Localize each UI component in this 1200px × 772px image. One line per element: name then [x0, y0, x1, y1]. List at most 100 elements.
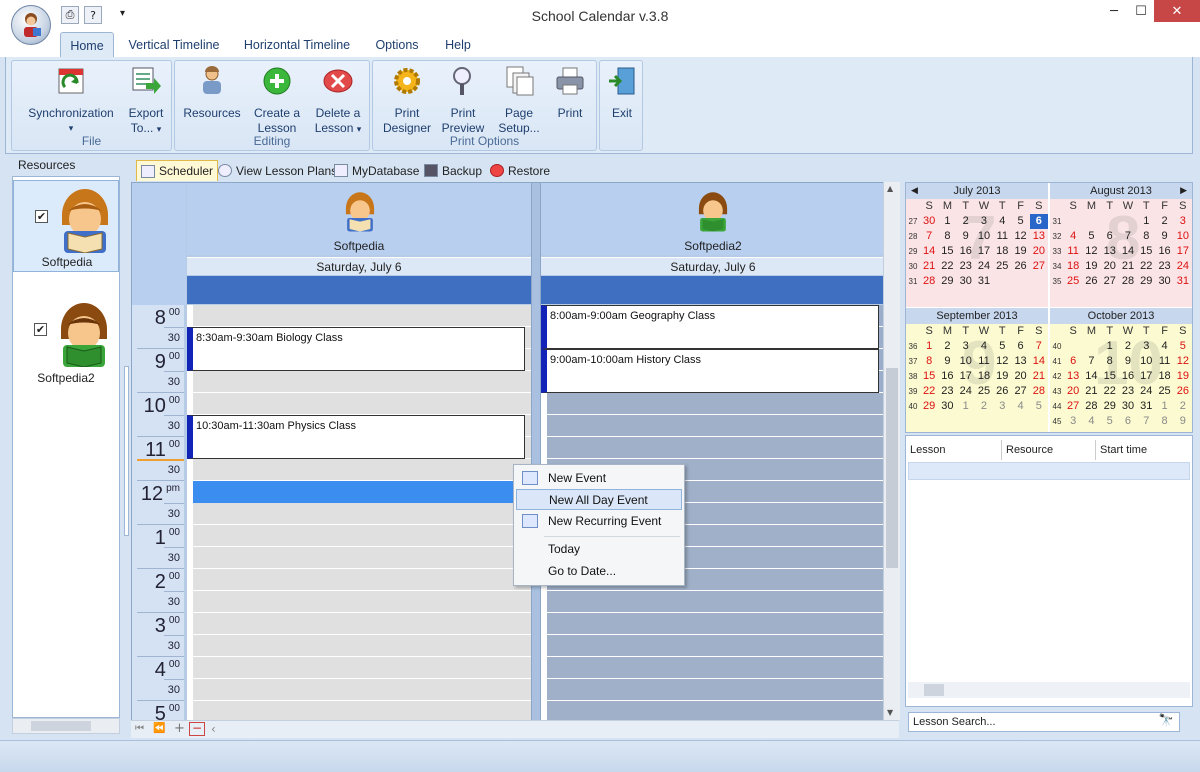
calendar-day[interactable]: 12: [1011, 229, 1029, 244]
event-biology[interactable]: 8:30am-9:30am Biology Class: [187, 327, 525, 371]
time-slot[interactable]: [187, 305, 531, 327]
calendar-day[interactable]: 26: [1011, 259, 1029, 274]
calendar-day[interactable]: 7: [1119, 229, 1137, 244]
calendar-day[interactable]: 29: [1101, 399, 1119, 414]
calendar-day[interactable]: 12: [993, 354, 1011, 369]
calendar-day[interactable]: 8: [1137, 229, 1155, 244]
calendar-day[interactable]: 19: [1011, 244, 1029, 259]
quick-print-icon[interactable]: ⎙: [61, 6, 79, 24]
calendar-day[interactable]: 20: [1064, 384, 1082, 399]
menu-go-to-date[interactable]: Go to Date...: [516, 561, 682, 582]
time-slot[interactable]: [187, 591, 531, 613]
calendar-day[interactable]: 5: [993, 339, 1011, 354]
scroll-down-icon[interactable]: ▼: [887, 708, 893, 717]
time-slot[interactable]: [187, 547, 531, 569]
calendar-day[interactable]: 26: [1082, 274, 1100, 289]
calendar-day[interactable]: 30: [1155, 274, 1173, 289]
calendar-day[interactable]: 29: [920, 399, 938, 414]
calendar-day[interactable]: 1: [957, 399, 975, 414]
calendar-day[interactable]: 22: [920, 384, 938, 399]
calendar-day[interactable]: 15: [938, 244, 956, 259]
calendar-day[interactable]: 1: [1155, 399, 1173, 414]
delete-lesson-button[interactable]: Delete a Lesson ▾: [307, 65, 369, 137]
remove-icon[interactable]: −: [189, 722, 205, 736]
tab-mydatabase[interactable]: MyDatabase: [330, 160, 423, 181]
calendar-day[interactable]: 4: [1155, 339, 1173, 354]
tab-options[interactable]: Options: [368, 32, 426, 57]
time-slot[interactable]: [541, 591, 885, 613]
calendar-day[interactable]: [1011, 274, 1029, 289]
calendar-day[interactable]: 12: [1174, 354, 1192, 369]
grid-hscroll[interactable]: [908, 682, 1190, 698]
calendar-day[interactable]: 17: [975, 244, 993, 259]
time-slot[interactable]: [187, 613, 531, 635]
calendar-day[interactable]: 21: [1082, 384, 1100, 399]
tab-help[interactable]: Help: [438, 32, 478, 57]
day-column-softpedia[interactable]: 8:30am-9:30am Biology Class 10:30am-11:3…: [187, 305, 531, 737]
time-slot[interactable]: [541, 679, 885, 701]
minimize-button[interactable]: ─: [1100, 0, 1128, 22]
calendar-day[interactable]: 23: [1119, 384, 1137, 399]
calendar-day[interactable]: 26: [1174, 384, 1192, 399]
calendar-day[interactable]: 27: [1011, 384, 1029, 399]
calendar-day[interactable]: 25: [1155, 384, 1173, 399]
export-to-button[interactable]: Export To... ▾: [122, 65, 170, 137]
calendar-day[interactable]: [993, 274, 1011, 289]
calendar-day[interactable]: 14: [920, 244, 938, 259]
panel-splitter[interactable]: [124, 366, 129, 536]
calendar-day[interactable]: 5: [1011, 214, 1029, 229]
calendar-day[interactable]: 30: [938, 399, 956, 414]
calendar-day[interactable]: 20: [1030, 244, 1048, 259]
calendar-day[interactable]: 2: [1155, 214, 1173, 229]
calendar-day[interactable]: 9: [1155, 229, 1173, 244]
time-slot[interactable]: [541, 415, 885, 437]
calendar-day[interactable]: 14: [1119, 244, 1137, 259]
lesson-search-input[interactable]: Lesson Search...: [908, 712, 1180, 732]
calendar-day[interactable]: 18: [975, 369, 993, 384]
calendar-day[interactable]: 22: [1137, 259, 1155, 274]
resource-checkbox[interactable]: ✔: [34, 323, 47, 336]
calendar-day[interactable]: 24: [1174, 259, 1192, 274]
page-setup-button[interactable]: Page Setup...: [491, 65, 547, 136]
calendar-day[interactable]: 29: [1137, 274, 1155, 289]
calendar-day-today[interactable]: 6: [1029, 214, 1048, 229]
menu-new-event[interactable]: New Event: [516, 468, 682, 489]
calendar-day[interactable]: 7: [920, 229, 938, 244]
resource-item-softpedia[interactable]: ✔ Softpedia: [13, 180, 119, 272]
calendar-day[interactable]: 9: [1174, 414, 1192, 429]
close-button[interactable]: ✕: [1154, 0, 1200, 22]
calendar-day[interactable]: 4: [1064, 229, 1082, 244]
time-slot[interactable]: [187, 569, 531, 591]
calendar-day[interactable]: 23: [957, 259, 975, 274]
calendar-day[interactable]: 25: [1064, 274, 1082, 289]
calendar-day[interactable]: 20: [1011, 369, 1029, 384]
prev-month-icon[interactable]: ◀: [911, 183, 918, 199]
exit-button[interactable]: Exit: [602, 65, 642, 121]
create-lesson-button[interactable]: Create a Lesson: [245, 65, 309, 136]
calendar-day[interactable]: 22: [938, 259, 956, 274]
calendar-day[interactable]: 10: [1137, 354, 1155, 369]
calendar-day[interactable]: 1: [920, 339, 938, 354]
tab-horizontal-timeline[interactable]: Horizontal Timeline: [238, 32, 356, 57]
print-button[interactable]: Print: [547, 65, 593, 121]
calendar-day[interactable]: 13: [1064, 369, 1082, 384]
calendar-day[interactable]: 4: [975, 339, 993, 354]
calendar-day[interactable]: 23: [938, 384, 956, 399]
calendar-day[interactable]: 14: [1030, 354, 1048, 369]
time-slot[interactable]: [541, 657, 885, 679]
calendar-day[interactable]: [1119, 214, 1137, 229]
calendar-day[interactable]: 15: [920, 369, 938, 384]
calendar-day[interactable]: 15: [1137, 244, 1155, 259]
calendar-day[interactable]: 19: [1174, 369, 1192, 384]
calendar-day[interactable]: 29: [938, 274, 956, 289]
time-slot[interactable]: [541, 613, 885, 635]
calendar-day[interactable]: 8: [1101, 354, 1119, 369]
calendar-day[interactable]: 18: [993, 244, 1011, 259]
calendar-day[interactable]: 5: [1082, 229, 1100, 244]
menu-today[interactable]: Today: [516, 539, 682, 560]
print-preview-button[interactable]: Print Preview: [437, 65, 489, 136]
scroll-thumb[interactable]: [886, 368, 898, 568]
calendar-day[interactable]: 16: [1155, 244, 1173, 259]
time-slot[interactable]: [187, 635, 531, 657]
app-menu-orb[interactable]: [11, 5, 51, 45]
